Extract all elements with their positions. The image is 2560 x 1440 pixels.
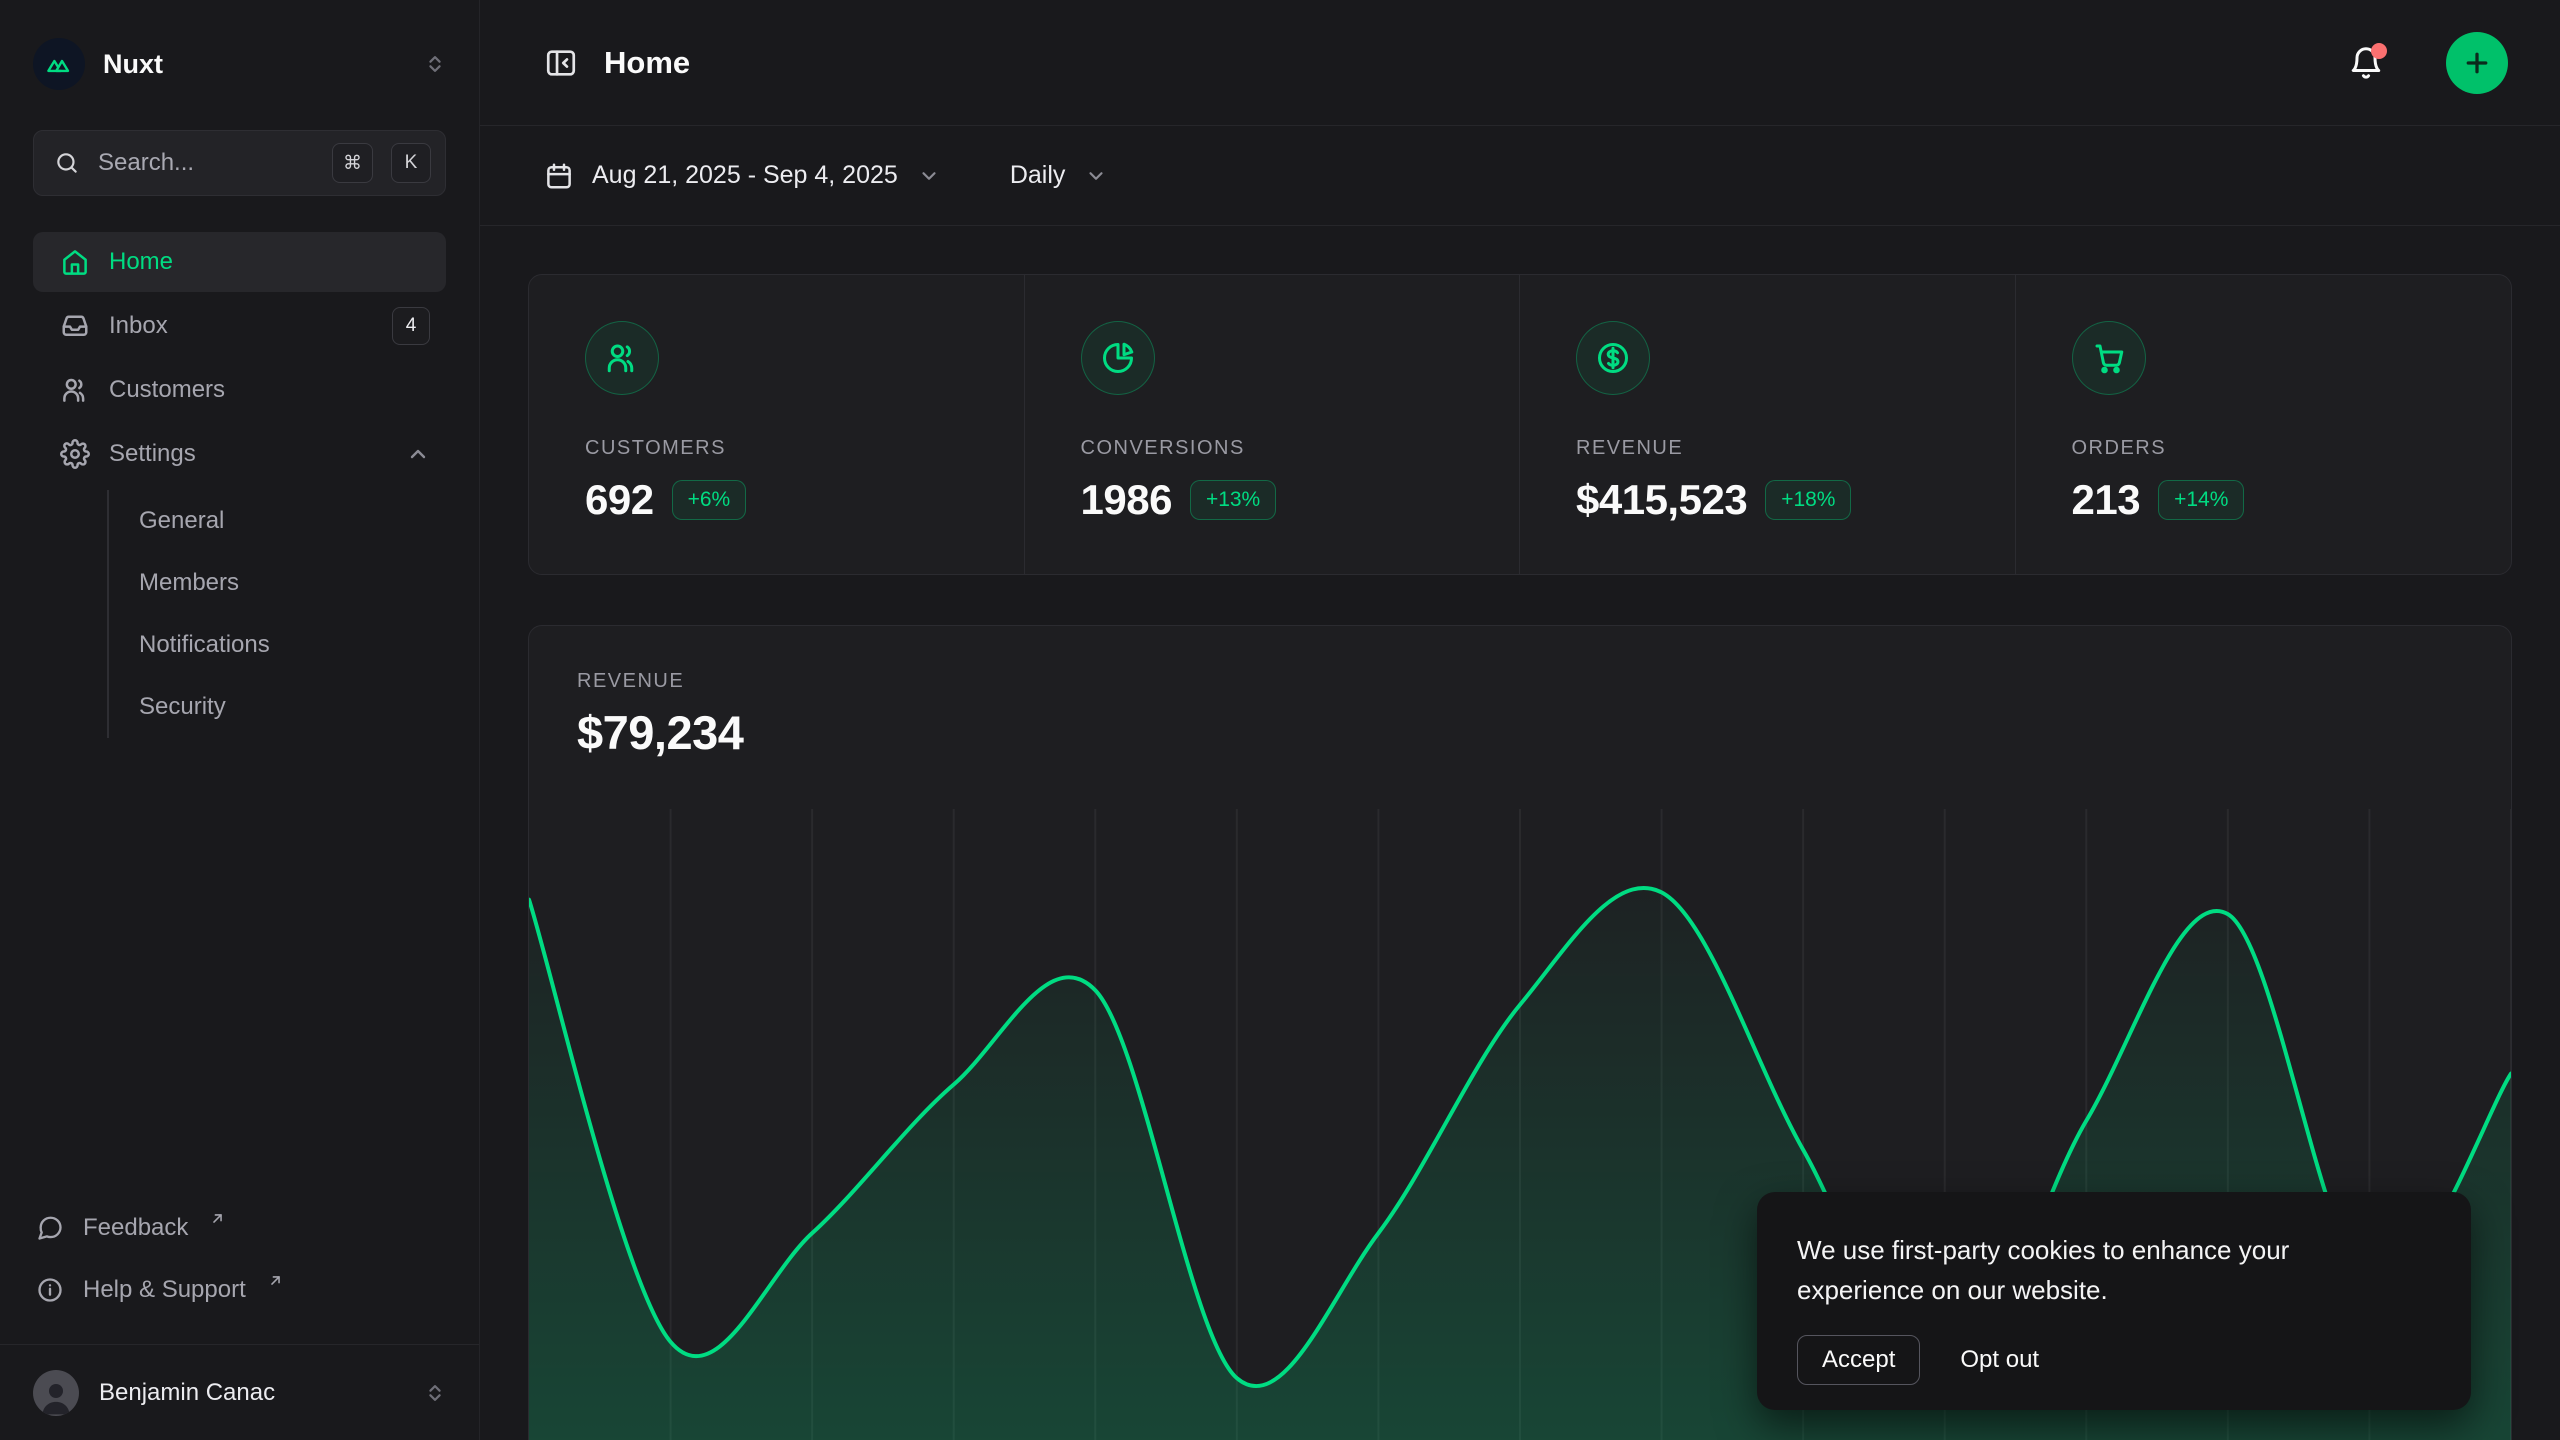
stat-delta-badge: +13% [1190, 480, 1276, 520]
cart-icon [2072, 321, 2146, 395]
help-support-label: Help & Support [83, 1276, 246, 1304]
stat-orders[interactable]: ORDERS 213 +14% [2016, 275, 2512, 574]
sidebar-item-customers[interactable]: Customers [33, 360, 446, 420]
gear-icon [60, 439, 90, 469]
chevron-up-down-icon [424, 53, 446, 75]
search-input[interactable]: Search... ⌘ K [33, 130, 446, 196]
chat-bubble-icon [36, 1214, 64, 1242]
revenue-chart-value: $79,234 [577, 705, 2463, 760]
external-link-icon [209, 1210, 226, 1227]
cookie-banner: We use first-party cookies to enhance yo… [1757, 1192, 2471, 1410]
granularity-select[interactable]: Daily [1010, 161, 1066, 190]
user-name: Benjamin Canac [99, 1379, 404, 1407]
settings-children: General Members Notifications Security [107, 490, 446, 738]
feedback-link[interactable]: Feedback [33, 1200, 446, 1262]
sidebar-item-general[interactable]: General [109, 490, 446, 552]
chevron-up-icon[interactable] [406, 442, 430, 466]
search-icon [54, 150, 80, 176]
stat-delta-badge: +18% [1765, 480, 1851, 520]
stat-label: CUSTOMERS [585, 437, 968, 460]
stat-label: ORDERS [2072, 437, 2456, 460]
kbd-k: K [391, 143, 431, 183]
notification-dot [2371, 43, 2387, 59]
feedback-label: Feedback [83, 1214, 188, 1242]
sidebar-item-inbox[interactable]: Inbox 4 [33, 296, 446, 356]
stat-label: REVENUE [1576, 437, 1959, 460]
sidebar-item-label: Home [109, 248, 430, 276]
workspace-name: Nuxt [103, 49, 406, 80]
stat-label: CONVERSIONS [1081, 437, 1464, 460]
sidebar-nav: Home Inbox 4 Customers Settings Ge [33, 232, 446, 738]
inbox-count-badge: 4 [392, 307, 430, 345]
chevron-up-down-icon [424, 1382, 446, 1404]
workspace-selector[interactable]: Nuxt [33, 26, 446, 102]
stat-value: 1986 [1081, 476, 1172, 524]
sidebar-item-label: Customers [109, 376, 430, 404]
revenue-chart-label: REVENUE [577, 670, 2463, 693]
filters-toolbar: Aug 21, 2025 - Sep 4, 2025 Daily [480, 126, 2560, 226]
nuxt-logo-icon [33, 38, 85, 90]
stat-value: 213 [2072, 476, 2141, 524]
page-header: Home [480, 0, 2560, 126]
help-support-link[interactable]: Help & Support [33, 1262, 446, 1324]
sidebar-item-settings[interactable]: Settings [33, 424, 446, 484]
stat-customers[interactable]: CUSTOMERS 692 +6% [529, 275, 1025, 574]
stats-card: CUSTOMERS 692 +6% CONVERSIONS 1986 +13% [528, 274, 2512, 575]
date-range-picker[interactable]: Aug 21, 2025 - Sep 4, 2025 [592, 161, 898, 190]
stat-value: 692 [585, 476, 654, 524]
plus-icon [2462, 48, 2492, 78]
inbox-icon [60, 311, 90, 341]
collapse-sidebar-icon[interactable] [544, 46, 578, 80]
cookie-accept-button[interactable]: Accept [1797, 1335, 1920, 1385]
stat-value: $415,523 [1576, 476, 1747, 524]
pie-chart-icon [1081, 321, 1155, 395]
user-menu[interactable]: Benjamin Canac [0, 1344, 479, 1440]
stat-revenue[interactable]: REVENUE $415,523 +18% [1520, 275, 2016, 574]
sidebar-footer: Feedback Help & Support [33, 1200, 446, 1324]
kbd-cmd: ⌘ [332, 143, 373, 183]
sidebar-item-security[interactable]: Security [109, 676, 446, 738]
avatar [33, 1370, 79, 1416]
users-icon [585, 321, 659, 395]
stat-conversions[interactable]: CONVERSIONS 1986 +13% [1025, 275, 1521, 574]
sidebar-item-members[interactable]: Members [109, 552, 446, 614]
stat-delta-badge: +6% [672, 480, 747, 520]
page-title: Home [604, 45, 2322, 81]
stat-delta-badge: +14% [2158, 480, 2244, 520]
cookie-optout-button[interactable]: Opt out [1960, 1346, 2039, 1374]
info-circle-icon [36, 1276, 64, 1304]
search-placeholder: Search... [98, 149, 314, 177]
sidebar-item-label: Inbox [109, 312, 373, 340]
dollar-circle-icon [1576, 321, 1650, 395]
cookie-message: We use first-party cookies to enhance yo… [1797, 1230, 2377, 1311]
sidebar-item-home[interactable]: Home [33, 232, 446, 292]
sidebar: Nuxt Search... ⌘ K Home Inbox 4 [0, 0, 480, 1440]
users-icon [60, 375, 90, 405]
home-icon [60, 247, 90, 277]
chevron-down-icon[interactable] [1085, 165, 1107, 187]
notifications-button[interactable] [2348, 45, 2384, 81]
calendar-icon [544, 161, 574, 191]
add-button[interactable] [2446, 32, 2508, 94]
chevron-down-icon[interactable] [918, 165, 940, 187]
sidebar-item-notifications[interactable]: Notifications [109, 614, 446, 676]
sidebar-item-label: Settings [109, 440, 387, 468]
external-link-icon [267, 1272, 284, 1289]
sidebar-spacer [0, 738, 479, 1200]
